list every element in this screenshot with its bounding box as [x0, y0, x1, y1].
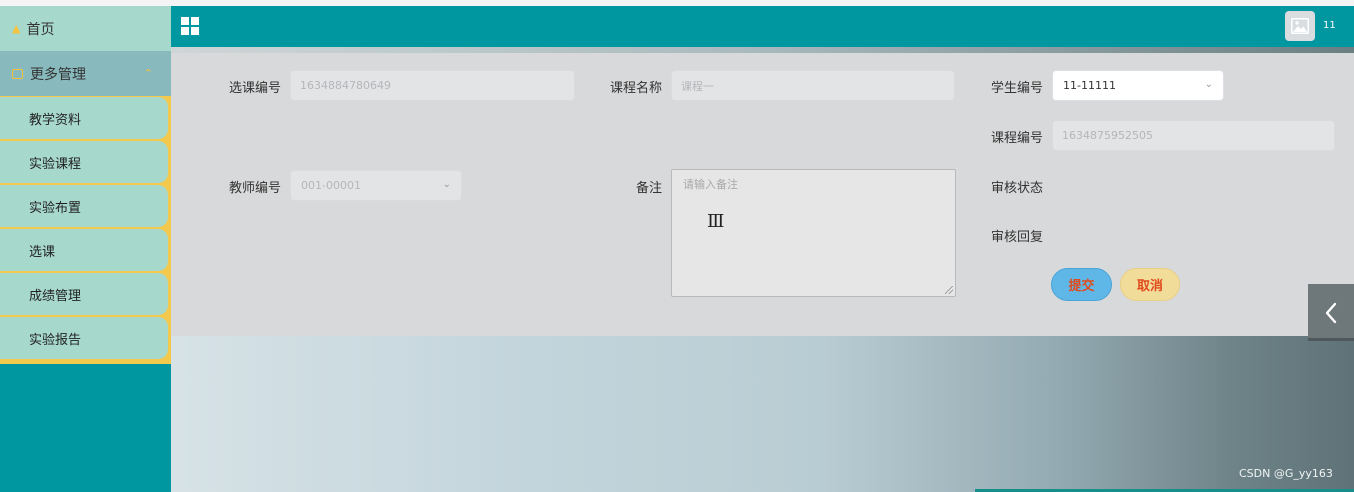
collapse-panel-button[interactable] [1308, 284, 1354, 341]
sidebar-item-teaching-materials[interactable]: 教学资料 [0, 97, 168, 139]
student-id-select[interactable]: 11-11111 ⌄ [1052, 70, 1224, 101]
text-cursor-icon: Ⅲ [707, 211, 725, 232]
course-id-field[interactable]: 1634875952505 [1052, 120, 1335, 151]
watermark: CSDN @G_yy163 [1239, 467, 1333, 480]
sidebar-item-label: 首页 [26, 21, 55, 38]
sidebar-item-label: 实验课程 [29, 156, 82, 172]
sidebar-item-lab-reports[interactable]: 实验报告 [0, 317, 168, 359]
image-icon [1291, 18, 1309, 34]
submit-button[interactable]: 提交 [1051, 268, 1112, 301]
review-status-label: 审核状态 [991, 181, 1044, 196]
chevron-down-icon: ⌄ [1204, 79, 1213, 90]
menu-grid-icon[interactable] [181, 17, 199, 35]
remark-label: 备注 [636, 181, 663, 196]
course-id-label: 课程编号 [991, 131, 1044, 146]
student-id-value: 11-11111 [1063, 79, 1116, 92]
sidebar-group-more-management[interactable]: 更多管理 ⌃ [0, 51, 171, 96]
teacher-id-label: 教师编号 [229, 181, 282, 196]
selection-id-value: 1634884780649 [300, 79, 391, 92]
sidebar-item-lab-courses[interactable]: 实验课程 [0, 141, 168, 183]
selection-id-field[interactable]: 1634884780649 [290, 70, 575, 101]
selection-id-label: 选课编号 [229, 81, 282, 96]
copy-icon [12, 68, 23, 79]
course-name-label: 课程名称 [610, 81, 663, 96]
student-id-label: 学生编号 [991, 81, 1044, 96]
teacher-id-select[interactable]: 001-00001 ⌄ [290, 170, 462, 201]
sidebar-item-label: 成绩管理 [29, 288, 82, 304]
sidebar-item-grade-management[interactable]: 成绩管理 [0, 273, 168, 315]
sidebar-item-home[interactable]: ▲ 首页 [0, 6, 171, 51]
remark-textarea[interactable]: 请输入备注 [671, 169, 956, 297]
user-name[interactable]: 11 [1323, 20, 1336, 31]
home-icon: ▲ [12, 22, 21, 35]
sidebar-item-course-selection[interactable]: 选课 [0, 229, 168, 271]
sidebar-item-label: 实验布置 [29, 200, 82, 216]
resize-handle[interactable] [945, 286, 953, 294]
sidebar-item-label: 选课 [29, 244, 56, 260]
chevron-down-icon: ⌄ [442, 179, 451, 190]
course-name-field[interactable]: 课程一 [671, 70, 955, 101]
course-name-value: 课程一 [681, 79, 714, 93]
chevron-up-icon: ⌃ [143, 67, 153, 80]
remark-placeholder: 请输入备注 [683, 178, 738, 191]
sidebar-group-label: 更多管理 [30, 66, 86, 83]
chevron-left-icon [1325, 302, 1337, 323]
sidebar-item-lab-assignments[interactable]: 实验布置 [0, 185, 168, 227]
sidebar-item-label: 实验报告 [29, 332, 82, 348]
avatar[interactable] [1285, 11, 1315, 41]
course-id-value: 1634875952505 [1062, 129, 1153, 142]
sidebar: ▲ 首页 更多管理 ⌃ 教学资料 实验课程 实验布置 选课 成绩管理 实验报告 [0, 6, 171, 492]
teacher-id-value: 001-00001 [301, 179, 361, 192]
review-reply-label: 审核回复 [991, 230, 1044, 245]
top-header: 11 [171, 6, 1354, 47]
sidebar-submenu: 教学资料 实验课程 实验布置 选课 成绩管理 实验报告 [0, 96, 171, 364]
sidebar-item-label: 教学资料 [29, 112, 82, 128]
cancel-button[interactable]: 取消 [1120, 268, 1180, 301]
